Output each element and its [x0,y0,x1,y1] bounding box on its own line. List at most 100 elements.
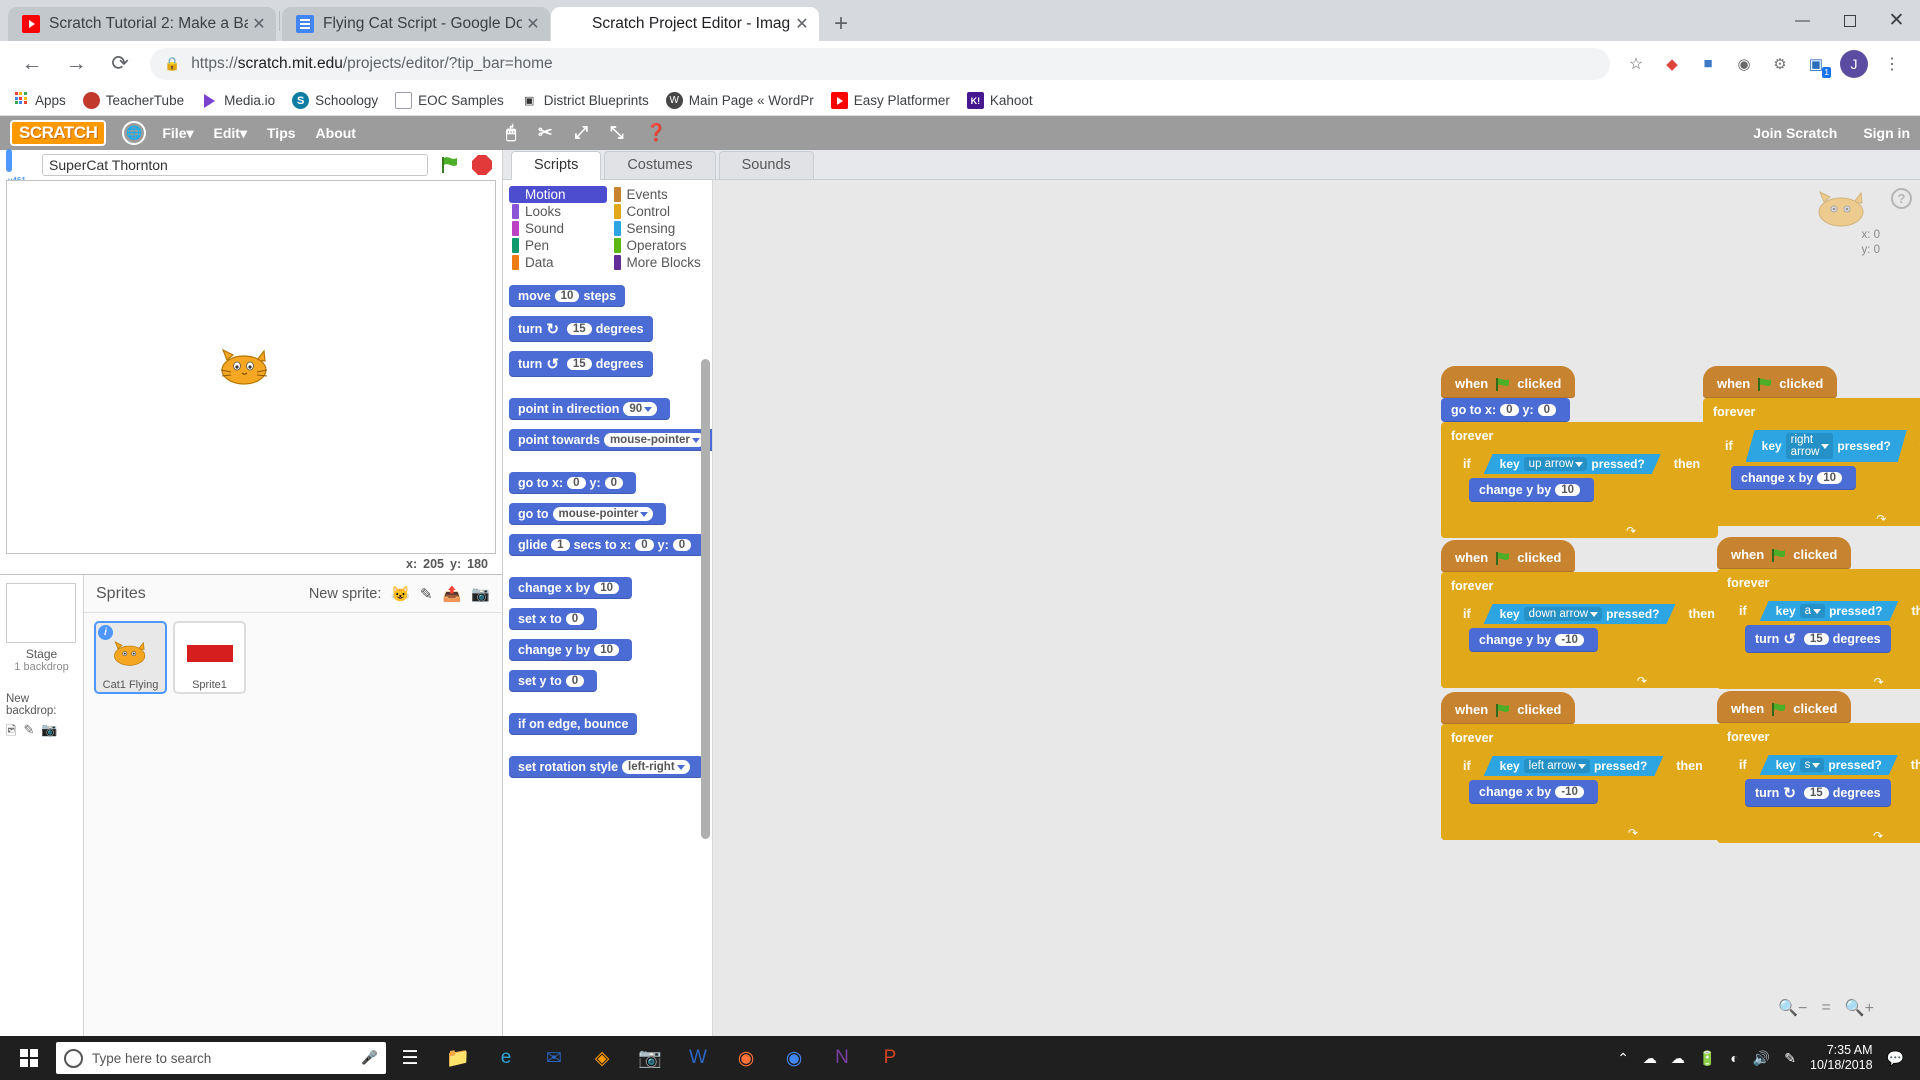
block-number-input[interactable]: -10 [1555,786,1584,798]
block-motion[interactable]: change y by -10 [1469,628,1598,652]
battery-icon[interactable]: 🔋 [1699,1050,1716,1067]
palette-block-set-rotation-style[interactable]: set rotation style left-right [509,756,703,778]
notification-icon[interactable]: 💬 [1887,1050,1904,1067]
hat-block-when-flag-clicked[interactable]: when clicked [1441,540,1576,572]
block-number-input[interactable]: 0 [672,539,692,551]
forward-icon[interactable]: → [59,47,93,81]
zoom-reset-icon[interactable]: = [1821,999,1830,1017]
word-icon[interactable]: W [674,1036,722,1080]
if-block[interactable]: if keyspressed? then turn ↻ 15 degrees [1731,750,1920,827]
window-close-button[interactable]: ✕ [1873,0,1920,41]
block-number-input[interactable]: 0 [1500,404,1519,416]
sprite-card-cat1-flying[interactable]: i Cat1 Flying [94,621,167,694]
tab-costumes[interactable]: Costumes [604,151,716,179]
block-number-input[interactable]: 0 [604,477,624,489]
close-icon[interactable]: ✕ [248,13,270,35]
script-key-s[interactable]: when clicked forever if keyspressed? then turn… [1717,691,1920,843]
file-explorer-icon[interactable]: 📁 [434,1036,482,1080]
key-pressed-boolean[interactable]: key s pressed? [1760,755,1898,775]
palette-block-move[interactable]: move 10 steps [509,285,626,307]
bookmark-kahoot[interactable]: K! Kahoot [966,92,1033,109]
block-dropdown[interactable]: mouse-pointer [552,507,654,521]
extension-icon-5[interactable]: ▣ 1 [1801,49,1831,79]
key-dropdown[interactable]: s [1800,758,1825,772]
green-flag-icon[interactable] [436,151,464,179]
block-number-input[interactable]: 15 [566,358,592,370]
category-data[interactable]: Data [509,254,607,271]
wifi-icon[interactable]: ◐ [1730,1050,1738,1066]
bookmark-apps[interactable]: Apps [12,92,66,109]
category-control[interactable]: Control [611,203,709,220]
key-dropdown[interactable]: up arrow [1524,457,1588,471]
forever-block[interactable]: forever if keyspressed? then turn ↻ 15 degre… [1717,723,1920,843]
forever-block[interactable]: foreverifkeyright arrowpressed?thenchang… [1703,398,1920,526]
edge-icon[interactable]: e [482,1036,530,1080]
hat-block-when-flag-clicked[interactable]: when clicked [1717,691,1852,723]
scissors-icon[interactable]: ✂ [538,123,552,143]
block-number-input[interactable]: 15 [1803,787,1829,799]
language-globe-icon[interactable]: 🌐 [122,121,147,145]
extension-icon-3[interactable]: ◉ [1729,49,1759,79]
volume-icon[interactable]: 🔊 [1753,1050,1770,1067]
choose-backdrop-icon[interactable]: 🖻 [6,722,16,744]
maximize-button[interactable] [1826,0,1873,41]
menu-about[interactable]: About [316,125,356,141]
photos-icon[interactable]: 📷 [626,1036,674,1080]
palette-block-set-y-to[interactable]: set y to 0 [509,670,598,692]
shrink-icon[interactable]: ⤡ [610,123,624,143]
bookmark-easy-platformer[interactable]: Easy Platformer [830,92,950,109]
key-pressed-boolean[interactable]: key a pressed? [1760,601,1899,621]
back-icon[interactable]: ← [15,47,49,81]
hat-block-when-flag-clicked[interactable]: when clicked [1703,366,1838,398]
outlook-icon[interactable]: ✉ [530,1036,578,1080]
fullscreen-stage-icon[interactable]: v461 [6,149,34,185]
block-number-input[interactable]: 10 [1555,484,1581,496]
key-pressed-boolean[interactable]: key right arrow pressed? [1746,430,1907,462]
extension-icon-2[interactable]: ■ [1693,49,1723,79]
tab-sounds[interactable]: Sounds [718,151,814,179]
choose-sprite-icon[interactable]: 😺 [391,585,410,603]
windows-start-icon[interactable] [6,1036,52,1080]
hat-block-when-flag-clicked[interactable]: when clicked [1717,537,1852,569]
key-pressed-boolean[interactable]: key left arrow pressed? [1484,756,1664,776]
camera-backdrop-icon[interactable]: 📷 [41,722,57,744]
paint-sprite-icon[interactable]: ✎ [420,585,433,603]
bookmark-mediaio[interactable]: Media.io [201,92,275,109]
stage-thumbnail[interactable] [6,583,76,643]
reload-icon[interactable]: ⟳ [103,47,137,81]
category-more-blocks[interactable]: More Blocks [611,254,709,271]
block-number-input[interactable]: 0 [635,539,654,551]
palette-block-point-in-direction[interactable]: point in direction 90 [509,398,671,420]
palette-block-turn-cw[interactable]: turn ↻ 15 degrees [509,316,653,342]
key-pressed-boolean[interactable]: key up arrow pressed? [1484,454,1661,474]
block-number-input[interactable]: 15 [1803,633,1829,645]
block-dropdown[interactable]: left-right [622,760,690,774]
key-dropdown[interactable]: a [1800,604,1825,618]
task-view-icon[interactable]: ☰ [386,1036,434,1080]
bookmark-star-icon[interactable]: ☆ [1621,49,1651,79]
palette-block-change-x-by[interactable]: change x by 10 [509,577,633,599]
chrome-icon[interactable]: ◉ [770,1036,818,1080]
block-number-input[interactable]: 10 [1817,472,1843,484]
bookmark-schoology[interactable]: S Schoology [292,92,378,109]
bookmark-wordpress[interactable]: W Main Page « WordPr [665,92,814,109]
block-number-input[interactable]: 0 [567,477,586,489]
browser-tab-2[interactable]: S Scratch Project Editor - Imagine, ✕ [551,7,819,41]
palette-block-go-to-xy[interactable]: go to x: 0 y: 0 [509,472,637,494]
forever-block[interactable]: forever if keya pressed? then turn ↺ 15 degre… [1717,569,1920,689]
sign-in-link[interactable]: Sign in [1863,125,1910,141]
script-left-arrow[interactable]: when clicked forever if key left arrow pressed… [1441,692,1721,840]
block-dropdown[interactable]: mouse-pointer [603,433,705,447]
address-bar[interactable]: 🔒 https:// scratch.mit.edu /projects/edi… [150,47,1610,80]
bookmark-district-blueprints[interactable]: ▣ District Blueprints [521,92,649,109]
block-number-input[interactable]: 0 [1537,404,1557,416]
taskbar-search-input[interactable]: Type here to search 🎤 [56,1042,386,1074]
menu-edit[interactable]: Edit▾ [214,125,247,142]
powerpoint-icon[interactable]: P [866,1036,914,1080]
tab-scripts[interactable]: Scripts [511,151,602,180]
block-number-input[interactable]: 15 [566,323,592,335]
category-sensing[interactable]: Sensing [611,220,709,237]
category-events[interactable]: Events [611,186,709,203]
block-motion[interactable]: turn ↻ 15 degrees [1745,779,1891,807]
profile-avatar[interactable]: J [1840,49,1868,78]
